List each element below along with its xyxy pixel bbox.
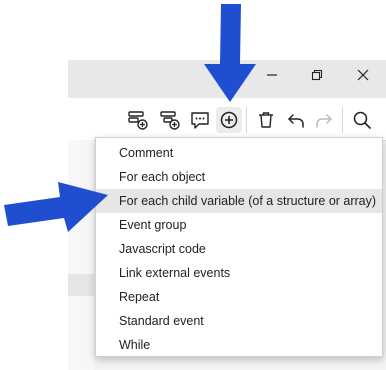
close-icon <box>357 69 369 81</box>
down-arrow-annotation <box>204 4 256 102</box>
undo-button[interactable] <box>283 107 309 133</box>
menu-item-event-group[interactable]: Event group <box>96 213 382 237</box>
plus-circle-icon <box>220 111 238 129</box>
menu-item-while[interactable]: While <box>96 333 382 357</box>
add-subevent-button[interactable] <box>157 107 183 133</box>
toolbar-divider <box>342 107 343 133</box>
minimize-icon <box>267 74 277 76</box>
close-button[interactable] <box>343 60 383 90</box>
search-button[interactable] <box>349 107 375 133</box>
search-icon <box>353 111 371 129</box>
menu-item-for-each-object[interactable]: For each object <box>96 165 382 189</box>
menu-item-standard-event[interactable]: Standard event <box>96 309 382 333</box>
redo-icon <box>316 114 332 128</box>
trash-icon <box>259 112 273 128</box>
right-arrow-annotation <box>4 182 108 232</box>
add-event-button[interactable] <box>125 107 151 133</box>
add-comment-button[interactable] <box>187 107 213 133</box>
restore-button[interactable] <box>297 60 337 90</box>
add-other-button[interactable] <box>216 107 242 133</box>
redo-button[interactable] <box>311 107 337 133</box>
menu-item-link-external-events[interactable]: Link external events <box>96 261 382 285</box>
menu-item-for-each-child-variable[interactable]: For each child variable (of a structure … <box>96 189 382 213</box>
add-event-icon <box>128 111 148 130</box>
add-menu: Comment For each object For each child v… <box>95 137 383 357</box>
event-row-band <box>68 274 94 296</box>
undo-icon <box>288 114 304 128</box>
add-subevent-icon <box>160 111 180 130</box>
menu-item-comment[interactable]: Comment <box>96 141 382 165</box>
toolbar-divider <box>246 107 247 133</box>
menu-item-repeat[interactable]: Repeat <box>96 285 382 309</box>
restore-icon <box>311 69 323 81</box>
menu-item-javascript-code[interactable]: Javascript code <box>96 237 382 261</box>
delete-button[interactable] <box>253 107 279 133</box>
comment-icon <box>191 112 209 129</box>
